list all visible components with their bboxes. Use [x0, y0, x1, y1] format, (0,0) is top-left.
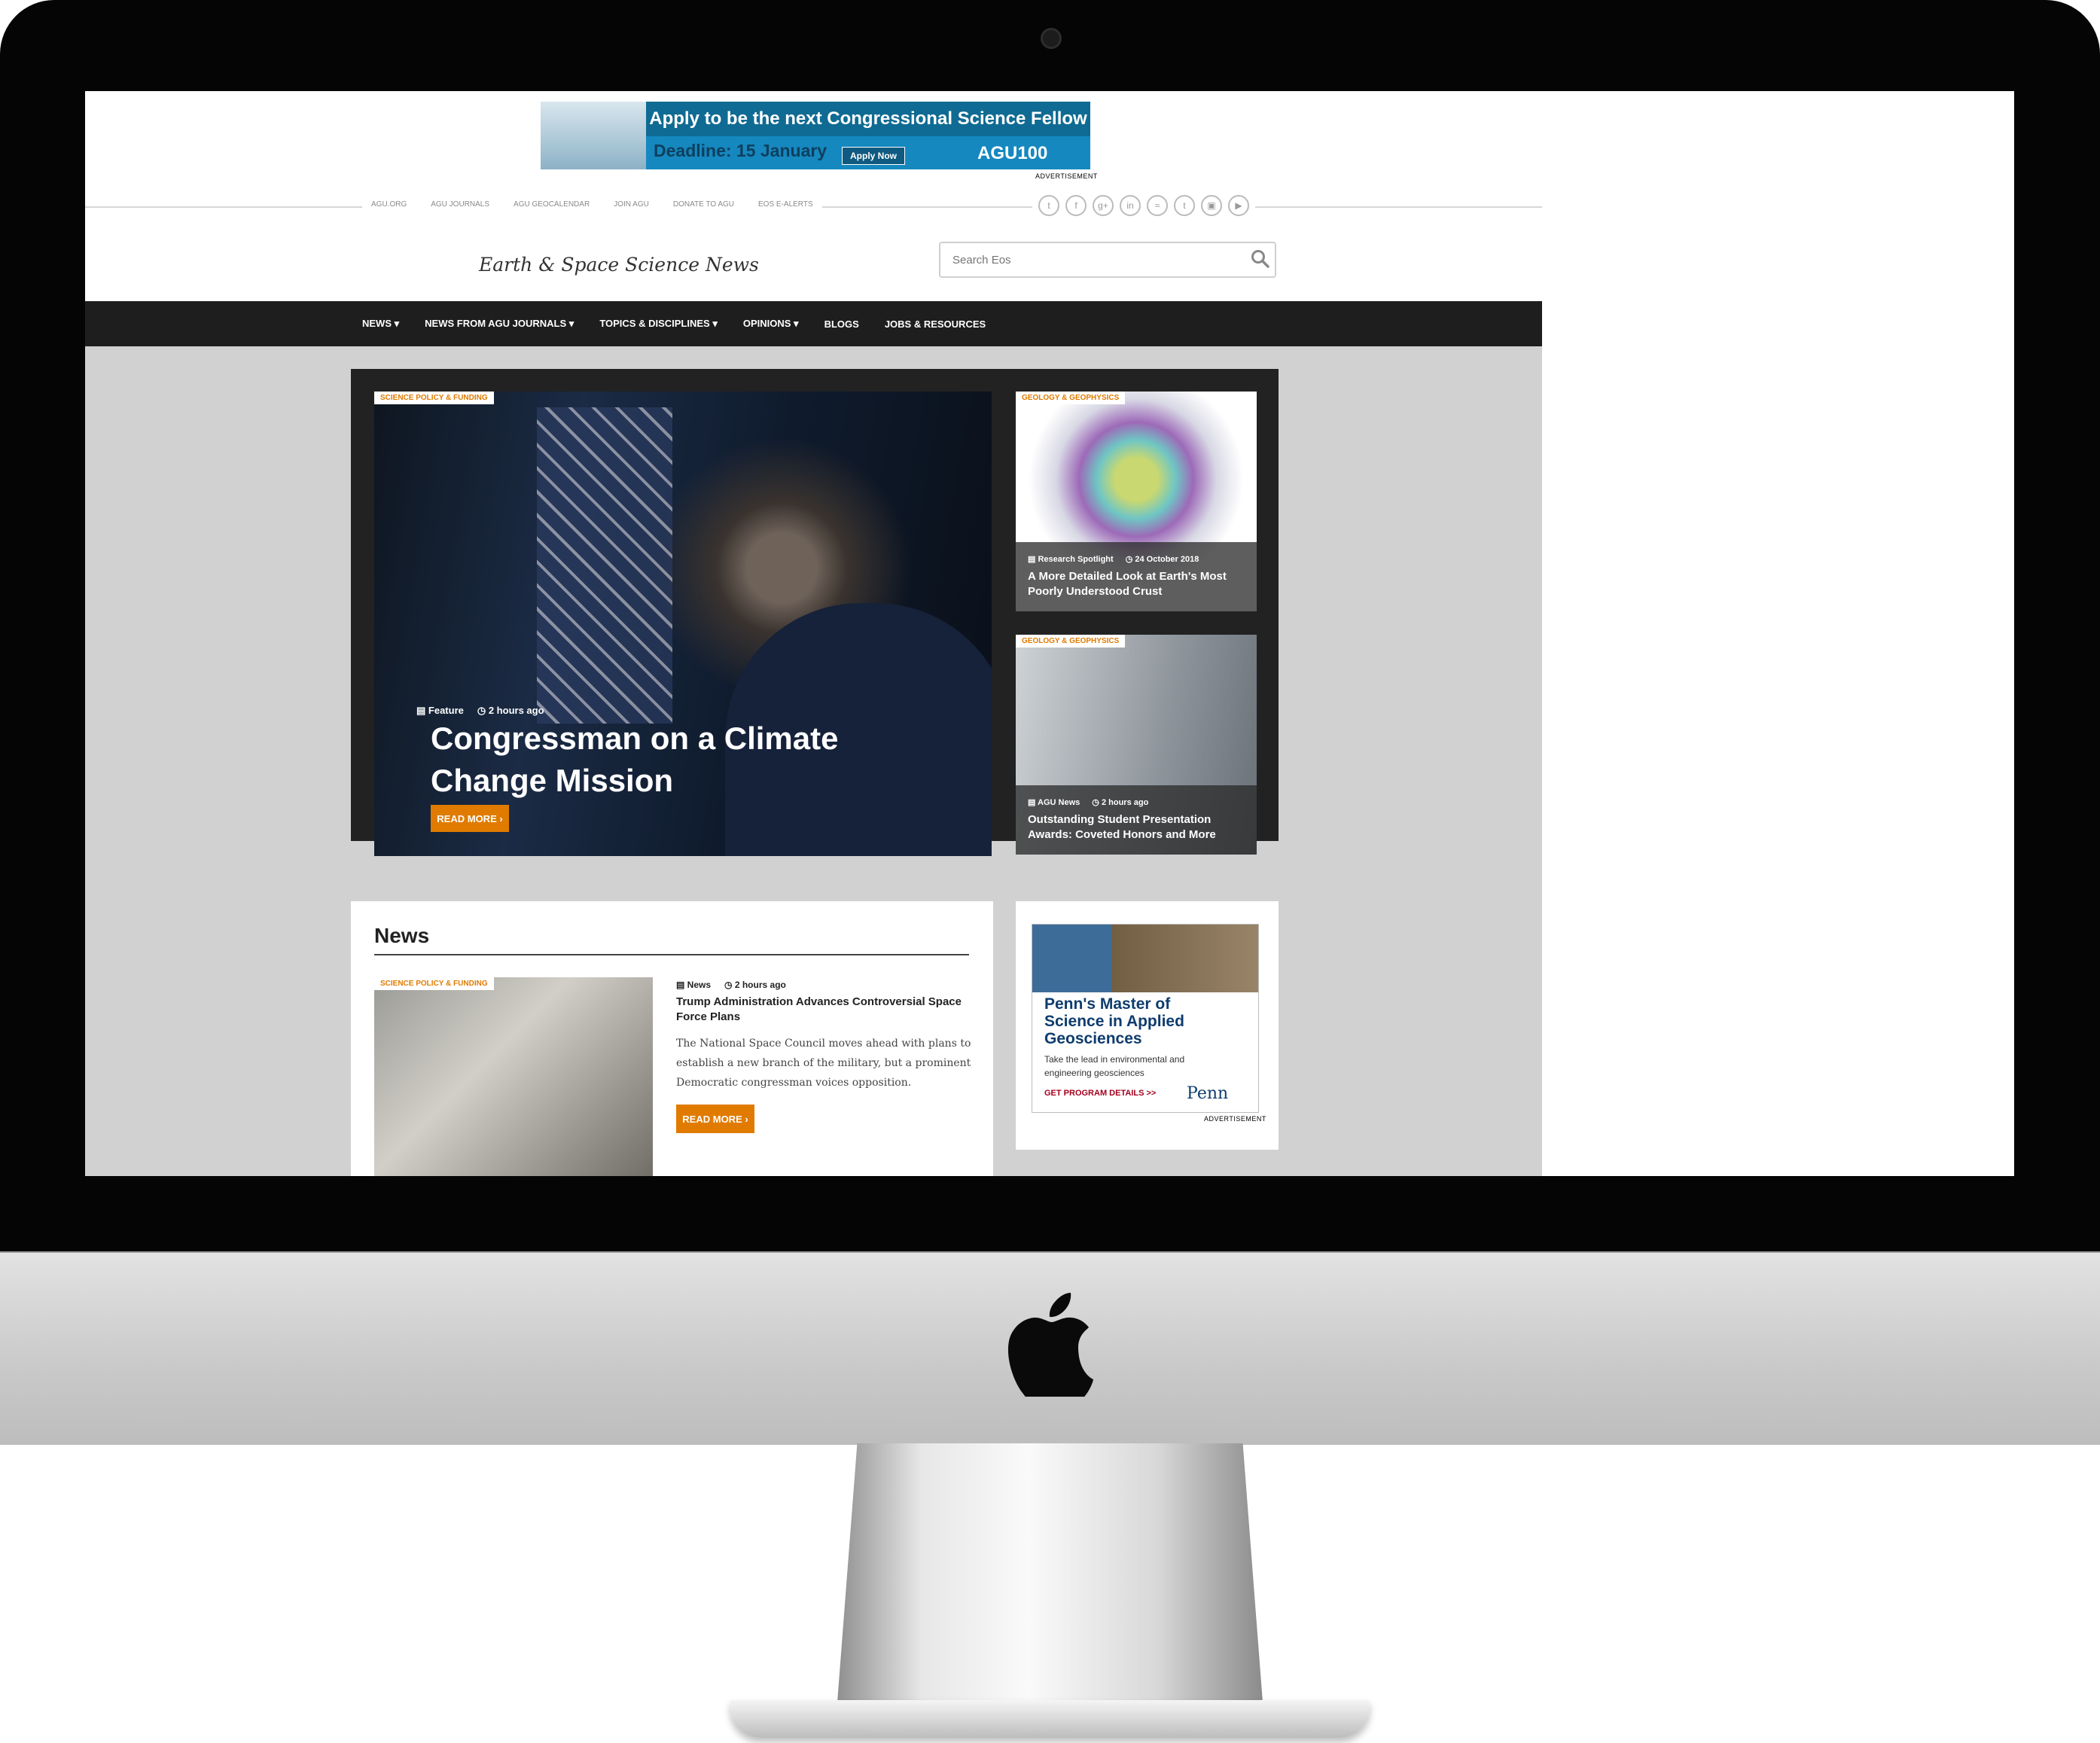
penn-logo: Penn — [1187, 1084, 1229, 1103]
top-ad-banner[interactable]: Apply to be the next Congressional Scien… — [541, 102, 1090, 169]
nav-topics[interactable]: TOPICS & DISCIPLINES ▾ — [599, 318, 718, 330]
news-divider — [374, 954, 969, 955]
penn-ad-cta[interactable]: GET PROGRAM DETAILS >> — [1044, 1089, 1156, 1098]
news-time: ◷ 2 hours ago — [724, 980, 786, 990]
news-type-label: News — [687, 980, 712, 990]
side-1-time: ◷ 24 October 2018 — [1125, 555, 1199, 564]
nav-journals-label: NEWS FROM AGU JOURNALS — [425, 318, 567, 329]
instagram-icon[interactable]: ▣ — [1201, 195, 1222, 216]
nav-jobs[interactable]: JOBS & RESOURCES — [885, 318, 986, 330]
side-1-category[interactable]: GEOLOGY & GEOPHYSICS — [1016, 392, 1126, 404]
top-link-donate[interactable]: DONATE TO AGU — [673, 200, 734, 209]
featured-time: ◷ 2 hours ago — [477, 705, 544, 716]
ad-photo — [541, 102, 646, 169]
featured-type-label: Feature — [428, 705, 464, 716]
featured-type: ▤ Feature — [416, 705, 464, 716]
nav-blogs[interactable]: BLOGS — [824, 318, 859, 330]
monitor-stand — [836, 1443, 1264, 1722]
side-article-2[interactable]: GEOLOGY & GEOPHYSICS ▤ AGU News ◷ 2 hour… — [1016, 635, 1257, 855]
news-meta: ▤ News ◷ 2 hours ago — [676, 980, 786, 990]
side-1-time-label: 24 October 2018 — [1135, 555, 1199, 564]
side-2-meta: ▤ AGU News ◷ 2 hours ago — [1028, 797, 1148, 807]
ad-apply-button[interactable]: Apply Now — [842, 147, 905, 165]
news-photo[interactable] — [374, 977, 653, 1176]
side-1-meta: ▤ Research Spotlight ◷ 24 October 2018 — [1028, 554, 1199, 564]
featured-category[interactable]: SCIENCE POLICY & FUNDING — [374, 392, 494, 404]
search-input[interactable] — [939, 242, 1276, 278]
ad-brand: AGU100 — [977, 143, 1048, 163]
penn-ad[interactable]: Penn's Master of Science in Applied Geos… — [1032, 924, 1259, 1113]
browser-screen: Apply to be the next Congressional Scien… — [85, 91, 2014, 1176]
side-2-title[interactable]: Outstanding Student Presentation Awards:… — [1028, 812, 1246, 843]
rss-icon[interactable]: ≈ — [1147, 195, 1168, 216]
side-2-type: ▤ AGU News — [1028, 798, 1080, 807]
side-2-time-label: 2 hours ago — [1101, 798, 1149, 807]
facebook-icon[interactable]: f — [1065, 195, 1087, 216]
top-link-agu[interactable]: AGU.ORG — [371, 200, 407, 209]
google-plus-icon[interactable]: g+ — [1093, 195, 1114, 216]
top-links: AGU.ORG AGU JOURNALS AGU GEOCALENDAR JOI… — [362, 200, 822, 209]
top-link-journals[interactable]: AGU JOURNALS — [431, 200, 489, 209]
side-1-title[interactable]: A More Detailed Look at Earth's Most Poo… — [1028, 569, 1246, 599]
monitor-base — [730, 1700, 1370, 1738]
news-article-title[interactable]: Trump Administration Advances Controvers… — [676, 995, 970, 1025]
nav-journals[interactable]: NEWS FROM AGU JOURNALS ▾ — [425, 318, 574, 330]
apple-logo-icon — [1007, 1293, 1093, 1397]
featured-read-more-button[interactable]: READ MORE › — [431, 805, 509, 832]
side-1-type: ▤ Research Spotlight — [1028, 555, 1114, 564]
news-category[interactable]: SCIENCE POLICY & FUNDING — [374, 977, 494, 990]
nav-topics-label: TOPICS & DISCIPLINES — [599, 318, 710, 329]
tumblr-icon[interactable]: t — [1174, 195, 1195, 216]
side-article-1[interactable]: GEOLOGY & GEOPHYSICS ▤ Research Spotligh… — [1016, 392, 1257, 611]
top-link-ealerts[interactable]: EOS E-ALERTS — [758, 200, 813, 209]
featured-headline[interactable]: Congressman on a Climate Change Mission — [431, 718, 958, 802]
side-2-caption: ▤ AGU News ◷ 2 hours ago Outstanding Stu… — [1016, 785, 1257, 855]
featured-meta: ▤ Feature ◷ 2 hours ago — [416, 705, 544, 717]
nav-opinions-label: OPINIONS — [742, 318, 791, 329]
top-link-geocalendar[interactable]: AGU GEOCALENDAR — [514, 200, 590, 209]
ad-label: ADVERTISEMENT — [1035, 172, 1098, 180]
side-1-type-label: Research Spotlight — [1038, 555, 1114, 564]
side-2-type-label: AGU News — [1038, 798, 1080, 807]
side-2-time: ◷ 2 hours ago — [1092, 798, 1149, 807]
news-summary: The National Space Council moves ahead w… — [676, 1038, 971, 1089]
news-time-label: 2 hours ago — [734, 980, 786, 990]
featured-time-label: 2 hours ago — [488, 705, 544, 716]
site-tagline: Earth & Space Science News — [479, 254, 759, 276]
news-type: ▤ News — [676, 980, 712, 990]
nav-news-label: NEWS — [362, 318, 392, 329]
penn-ad-label: ADVERTISEMENT — [1204, 1115, 1266, 1123]
side-1-caption: ▤ Research Spotlight ◷ 24 October 2018 A… — [1016, 542, 1257, 611]
flag-image — [537, 407, 672, 724]
nav-opinions[interactable]: OPINIONS ▾ — [743, 318, 799, 330]
news-heading: News — [374, 924, 430, 947]
social-links: t f g+ in ≈ t ▣ ▶ — [1032, 195, 1255, 216]
nav-news[interactable]: NEWS ▾ — [362, 318, 399, 330]
top-link-join[interactable]: JOIN AGU — [614, 200, 649, 209]
penn-ad-headline: Penn's Master of Science in Applied Geos… — [1044, 995, 1184, 1047]
penn-ad-photo — [1032, 925, 1258, 992]
nav-items: NEWS ▾ NEWS FROM AGU JOURNALS ▾ TOPICS &… — [362, 301, 986, 346]
twitter-icon[interactable]: t — [1038, 195, 1059, 216]
ad-deadline: Deadline: 15 January — [654, 141, 828, 160]
ad-headline: Apply to be the next Congressional Scien… — [646, 102, 1090, 136]
linkedin-icon[interactable]: in — [1120, 195, 1141, 216]
search-icon[interactable] — [1251, 249, 1270, 269]
side-2-category[interactable]: GEOLOGY & GEOPHYSICS — [1016, 635, 1126, 648]
camera-icon — [1041, 28, 1062, 49]
penn-ad-subtext: Take the lead in environmental and engin… — [1044, 1054, 1185, 1078]
news-read-more-button[interactable]: READ MORE › — [676, 1105, 754, 1133]
youtube-icon[interactable]: ▶ — [1228, 195, 1249, 216]
